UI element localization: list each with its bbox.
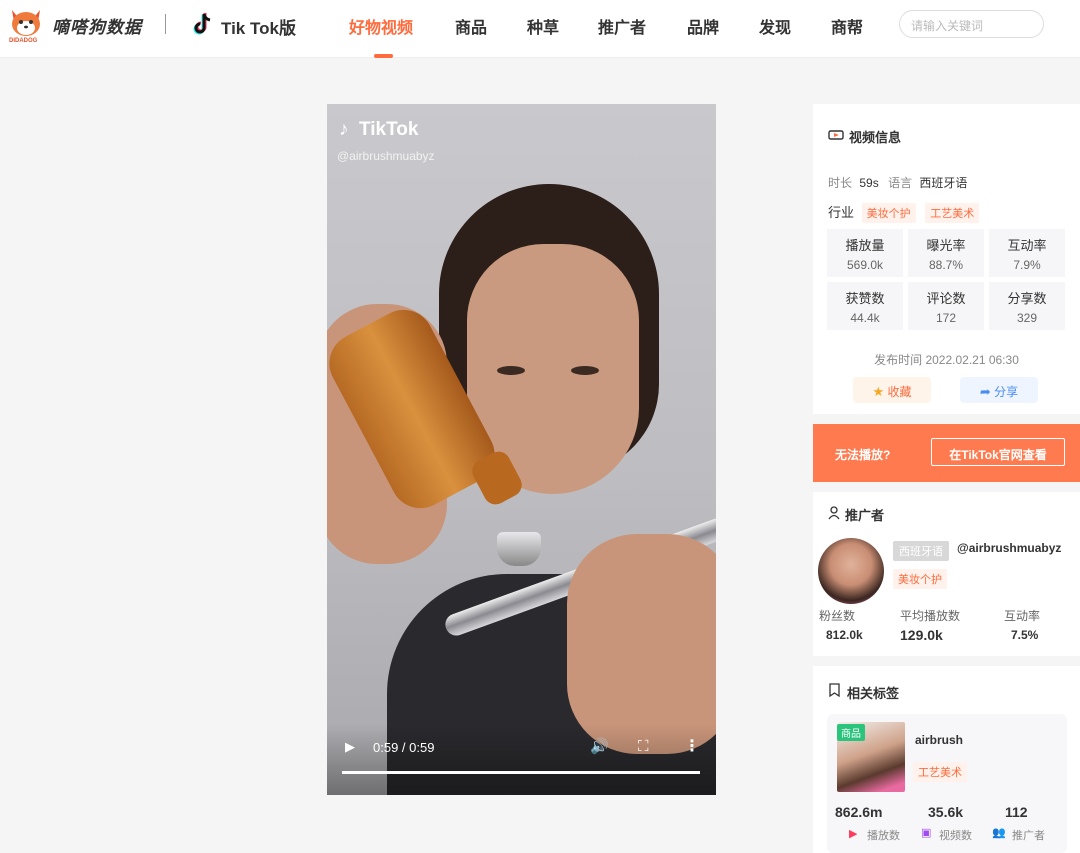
tiktok-icon <box>193 13 211 35</box>
video-info-panel: 视频信息 时长 59s 语言 西班牙语 行业 美妆个护 工艺美术 播放量 569… <box>813 104 1080 414</box>
nav-item-products[interactable]: 商品 <box>455 14 487 38</box>
video-player[interactable]: ♪ TikTok @airbrushmuabyz ▶ 0:59 / 0:59 🔊 … <box>327 104 716 795</box>
video-info-title: 视频信息 <box>849 130 902 145</box>
star-icon: ★ <box>872 384 885 399</box>
nav-item-brands[interactable]: 品牌 <box>687 14 719 38</box>
stat-comments: 评论数 172 <box>908 282 984 330</box>
promoter-panel: 推广者 西班牙语 @airbrushmuabyz 美妆个护 粉丝数 812.0k… <box>813 492 1080 656</box>
promoter-handle[interactable]: @airbrushmuabyz <box>957 541 1061 555</box>
tag-category[interactable]: 工艺美术 <box>913 762 967 782</box>
tag-plays-value: 862.6m <box>835 804 883 820</box>
stat-views: 播放量 569.0k <box>827 229 903 277</box>
volume-icon[interactable]: 🔊 <box>590 737 609 755</box>
bookmark-icon <box>829 683 840 697</box>
promoter-interaction-label: 互动率 <box>1004 609 1041 623</box>
tag-promoters-value: 112 <box>1005 804 1028 820</box>
promoter-interaction-value: 7.5% <box>1011 628 1039 642</box>
promoter-fans-label: 粉丝数 <box>819 609 856 623</box>
nav-item-discover[interactable]: 发现 <box>759 14 791 38</box>
publish-time: 发布时间 2022.02.21 06:30 <box>874 353 1019 367</box>
promoter-count-icon: 👥 <box>992 827 1006 839</box>
stat-exposure-rate: 曝光率 88.7% <box>908 229 984 277</box>
search-input[interactable]: 请输入关键词 <box>899 10 1044 38</box>
play-icon[interactable]: ▶ <box>345 739 359 755</box>
stat-shares: 分享数 329 <box>989 282 1065 330</box>
logo-caption: DIDADOG <box>9 38 38 44</box>
platform-label[interactable]: Tik Tok版 <box>221 14 296 39</box>
promoter-fans-value: 812.0k <box>826 628 863 642</box>
tag-videos-value: 35.6k <box>928 804 964 820</box>
nav-active-indicator <box>374 54 393 58</box>
stat-interaction-rate: 互动率 7.9% <box>989 229 1065 277</box>
fullscreen-icon[interactable]: ⛶ <box>638 738 649 755</box>
industry-row: 行业 美妆个护 工艺美术 <box>828 202 980 223</box>
promoter-tag[interactable]: 美妆个护 <box>893 569 947 589</box>
promoter-avatar[interactable] <box>818 538 884 604</box>
video-username: @airbrushmuabyz <box>337 149 435 163</box>
nav-item-promoters[interactable]: 推广者 <box>598 14 646 38</box>
tag-name[interactable]: airbrush <box>915 733 963 747</box>
top-header: DIDADOG 嘀嗒狗数据 Tik Tok版 好物视频 商品 种草 推广者 品牌… <box>0 0 1080 58</box>
brand-name[interactable]: 嘀嗒狗数据 <box>52 13 142 38</box>
stat-likes: 获赞数 44.4k <box>827 282 903 330</box>
promoter-avg-plays-value: 129.0k <box>900 627 943 643</box>
duration-row: 时长 59s 语言 西班牙语 <box>828 176 968 190</box>
cannot-play-bar: 无法播放? 在TikTok官网查看 <box>813 424 1080 482</box>
share-button[interactable]: ➦ 分享 <box>960 377 1038 403</box>
video-progress-bar[interactable] <box>342 771 700 774</box>
video-time: 0:59 / 0:59 <box>373 740 435 755</box>
header-divider <box>165 14 166 34</box>
video-count-icon: ▣ <box>921 827 932 839</box>
user-icon <box>828 506 840 520</box>
share-icon: ➦ <box>979 384 991 399</box>
nav-item-business[interactable]: 商帮 <box>831 14 863 38</box>
favorite-button[interactable]: ★ 收藏 <box>853 377 931 403</box>
promoter-avg-plays-label: 平均播放数 <box>900 609 961 623</box>
video-icon <box>828 130 844 140</box>
tiktok-note-icon: ♪ <box>339 119 349 140</box>
related-tags-panel: 相关标签 商品 airbrush 工艺美术 862.6m 35.6k 112 ▶… <box>813 666 1080 853</box>
video-progress-fill <box>342 771 700 774</box>
industry-tag[interactable]: 工艺美术 <box>925 203 980 223</box>
more-icon[interactable]: ⋮ <box>684 736 700 756</box>
industry-tag[interactable]: 美妆个护 <box>861 203 916 223</box>
tiktok-watermark: ♪ TikTok <box>339 119 419 140</box>
promoter-title: 推广者 <box>845 508 885 523</box>
tag-promoters-label: 推广者 <box>1012 830 1045 842</box>
cannot-play-text: 无法播放? <box>835 448 891 462</box>
related-tag-card[interactable]: 商品 airbrush 工艺美术 862.6m 35.6k 112 ▶ 播放数 … <box>827 714 1067 853</box>
play-count-icon: ▶ <box>849 828 858 840</box>
language-badge: 西班牙语 <box>893 541 949 561</box>
tag-videos-label: 视频数 <box>939 830 972 842</box>
product-badge: 商品 <box>837 724 865 741</box>
video-controls <box>327 724 716 795</box>
related-tags-title: 相关标签 <box>847 686 900 701</box>
tag-plays-label: 播放数 <box>867 830 900 842</box>
nav-item-videos[interactable]: 好物视频 <box>349 14 413 38</box>
nav-item-seeding[interactable]: 种草 <box>527 14 559 38</box>
view-on-tiktok-button[interactable]: 在TikTok官网查看 <box>931 438 1065 466</box>
